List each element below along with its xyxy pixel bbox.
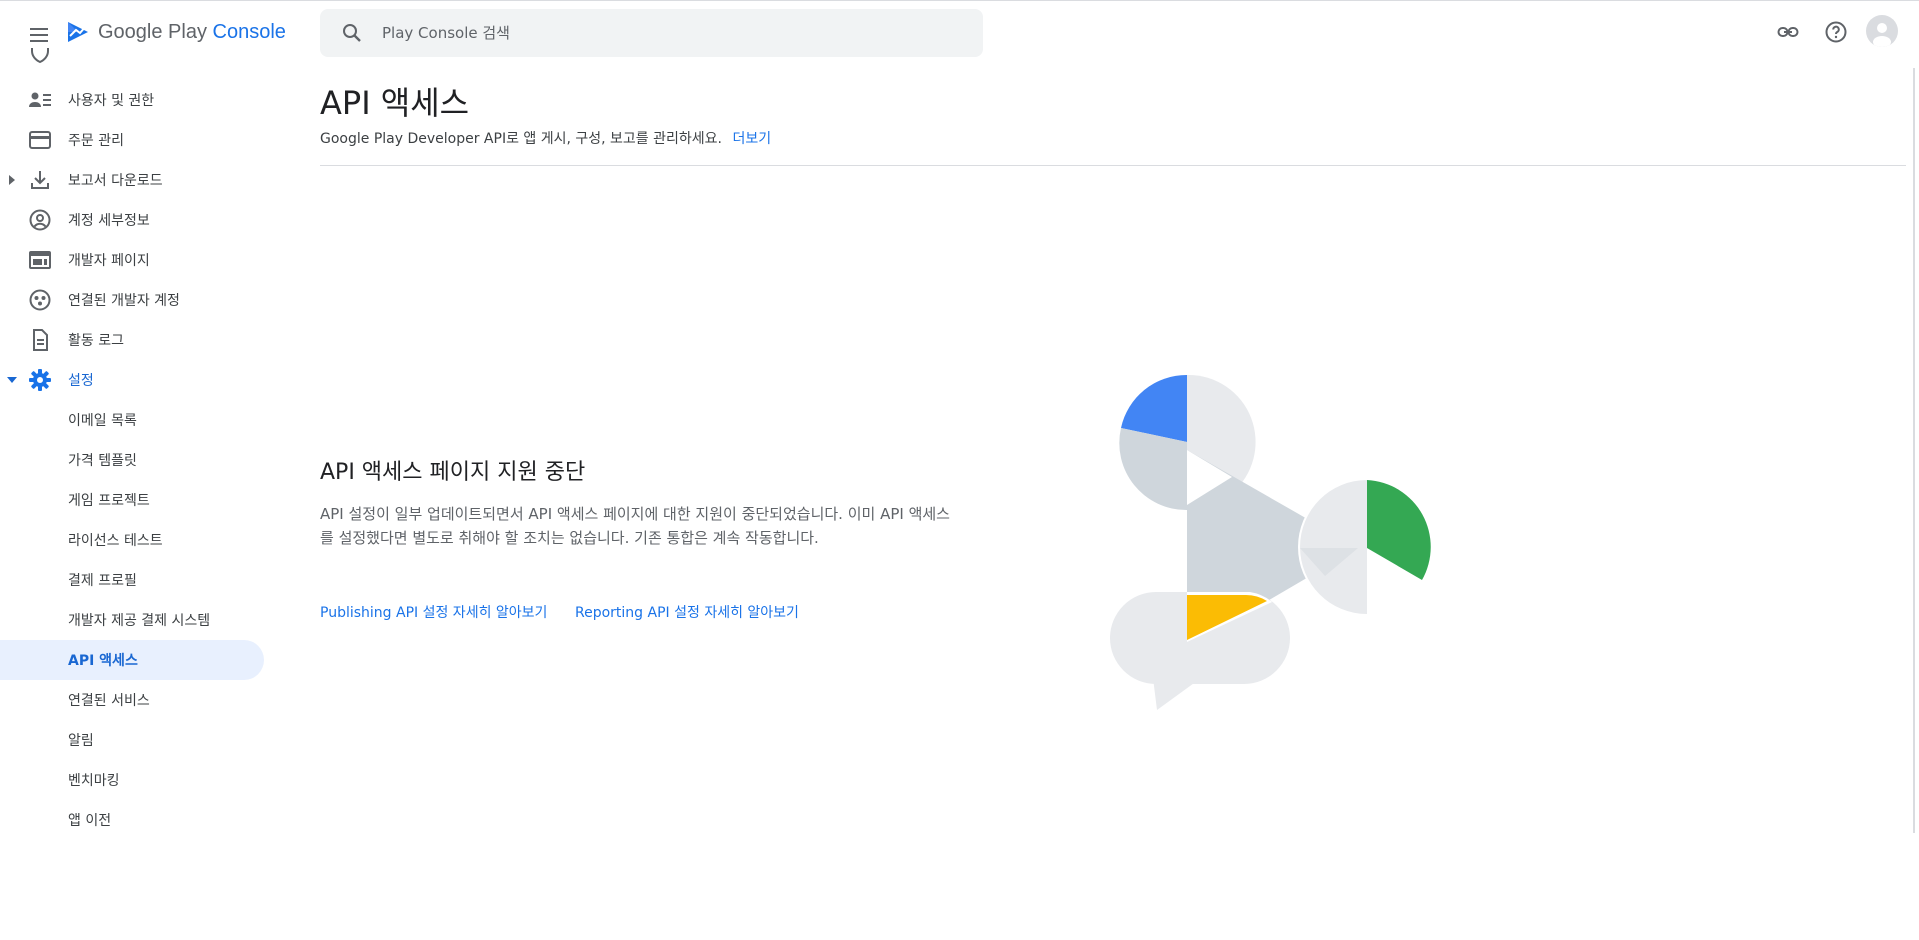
avatar[interactable] (1866, 15, 1898, 47)
sidebar-item-label: 앱 이전 (68, 813, 112, 829)
help-icon[interactable] (1824, 20, 1848, 44)
sidebar-item-download-reports[interactable]: 보고서 다운로드 (0, 160, 264, 200)
caret-down-icon[interactable] (6, 374, 18, 386)
api-illustration (1110, 374, 1436, 710)
top-border (0, 0, 1919, 1)
sidebar-item-label: 가격 템플릿 (68, 453, 137, 469)
sidebar-item-label: 알림 (68, 733, 94, 749)
sidebar-item-account-details[interactable]: 계정 세부정보 (0, 200, 264, 240)
play-console-logo-icon (68, 22, 88, 42)
sidebar-item-label: 이메일 목록 (68, 413, 137, 429)
sidebar-subitem-pricing-templates[interactable]: 가격 템플릿 (0, 440, 264, 480)
sidebar-subitem-benchmarking[interactable]: 벤치마킹 (0, 760, 264, 800)
sidebar-item-linked-developer-accounts[interactable]: 연결된 개발자 계정 (0, 280, 264, 320)
sidebar: 사용자 및 권한 주문 관리 보고서 다운로드 계정 세부정보 개발자 페이지 … (0, 48, 270, 940)
publishing-api-learn-more-link[interactable]: Publishing API 설정 자세히 알아보기 (320, 602, 547, 622)
sidebar-item-label: 계정 세부정보 (68, 213, 150, 229)
sidebar-item-label: 결제 프로필 (68, 573, 137, 589)
shield-icon (31, 48, 49, 64)
sidebar-subitem-linked-services[interactable]: 연결된 서비스 (0, 680, 264, 720)
gear-icon (29, 369, 51, 391)
account-circle-icon (29, 209, 51, 231)
sidebar-item-label: 연결된 개발자 계정 (68, 293, 180, 309)
sidebar-item-label: 보고서 다운로드 (68, 173, 163, 189)
section-title: API 액세스 페이지 지원 중단 (320, 460, 586, 485)
sidebar-item-label: 활동 로그 (68, 333, 124, 349)
link-icon[interactable] (1776, 20, 1800, 44)
sidebar-item-label: 사용자 및 권한 (68, 93, 155, 109)
search-icon (343, 24, 361, 42)
page-subtitle: Google Play Developer API로 앱 게시, 구성, 보고를… (320, 128, 771, 148)
google-play-console-logo[interactable]: Google Play Console (66, 20, 286, 44)
learn-more-link[interactable]: 더보기 (732, 131, 771, 147)
sidebar-item-users-permissions[interactable]: 사용자 및 권한 (0, 80, 264, 120)
sidebar-item-order-management[interactable]: 주문 관리 (0, 120, 264, 160)
sidebar-subitem-app-transfer[interactable]: 앱 이전 (0, 800, 264, 840)
sidebar-subitem-email-lists[interactable]: 이메일 목록 (0, 400, 264, 440)
document-icon (33, 329, 48, 351)
sidebar-item-label: 연결된 서비스 (68, 693, 150, 709)
sidebar-subitem-game-projects[interactable]: 게임 프로젝트 (0, 480, 264, 520)
sidebar-subitem-payments-profile[interactable]: 결제 프로필 (0, 560, 264, 600)
caret-right-icon[interactable] (6, 174, 18, 186)
sidebar-item-clipped[interactable] (0, 48, 264, 68)
search-input[interactable] (382, 9, 942, 57)
sidebar-item-settings[interactable]: 설정 (0, 360, 264, 400)
scrollbar[interactable] (1913, 68, 1915, 833)
page-title: API 액세스 (320, 84, 470, 122)
reporting-api-learn-more-link[interactable]: Reporting API 설정 자세히 알아보기 (575, 602, 799, 622)
linked-accounts-icon (29, 289, 51, 311)
sidebar-subitem-alternative-billing[interactable]: 개발자 제공 결제 시스템 (0, 600, 264, 640)
sidebar-subitem-api-access[interactable]: API 액세스 (0, 640, 264, 680)
web-page-icon (29, 251, 51, 269)
sidebar-subitem-license-testing[interactable]: 라이선스 테스트 (0, 520, 264, 560)
sidebar-item-label: 주문 관리 (68, 133, 124, 149)
sidebar-item-label: 개발자 제공 결제 시스템 (68, 613, 211, 629)
hamburger-menu-icon[interactable] (27, 23, 51, 47)
person-icon (1873, 23, 1891, 47)
sidebar-item-activity-log[interactable]: 활동 로그 (0, 320, 264, 360)
download-icon (31, 171, 49, 189)
logo-text: Google Play Console (98, 20, 286, 43)
section-body: API 설정이 일부 업데이트되면서 API 액세스 페이지에 대한 지원이 중… (320, 505, 950, 547)
sidebar-item-label: 라이선스 테스트 (68, 533, 163, 549)
sidebar-item-label: API 액세스 (68, 653, 138, 669)
sidebar-item-label: 개발자 페이지 (68, 253, 150, 269)
sidebar-item-label: 게임 프로젝트 (68, 493, 150, 509)
person-list-icon (29, 92, 51, 107)
divider (320, 165, 1906, 166)
sidebar-item-label: 설정 (68, 373, 94, 389)
sidebar-subitem-notifications[interactable]: 알림 (0, 720, 264, 760)
credit-card-icon (29, 131, 51, 149)
page-subtitle-text: Google Play Developer API로 앱 게시, 구성, 보고를… (320, 131, 722, 147)
sidebar-item-developer-page[interactable]: 개발자 페이지 (0, 240, 264, 280)
search-bar[interactable] (320, 9, 983, 57)
sidebar-item-label: 벤치마킹 (68, 773, 120, 789)
